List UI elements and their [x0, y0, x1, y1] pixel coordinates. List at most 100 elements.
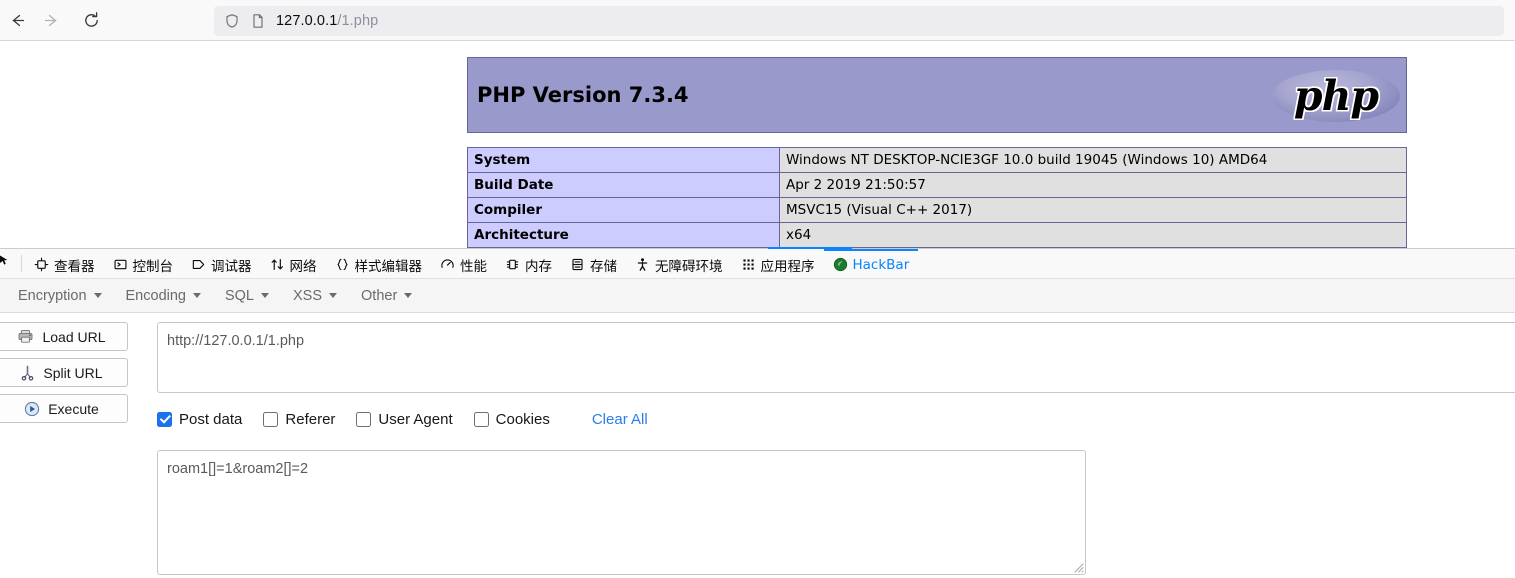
tab-label: 应用程序: [761, 255, 815, 275]
hackbar-menubar: Encryption Encoding SQL XSS Other: [0, 279, 1515, 313]
execute-button[interactable]: Execute: [0, 394, 128, 423]
table-row: System Windows NT DESKTOP-NCIE3GF 10.0 b…: [468, 148, 1407, 173]
post-data-checkbox[interactable]: [157, 412, 172, 427]
toolbar-divider: [21, 255, 22, 272]
button-label: Load URL: [42, 329, 105, 345]
tab-label: 无障碍环境: [655, 255, 723, 275]
inspector-picker-button[interactable]: [0, 249, 18, 278]
tab-memory[interactable]: 内存: [496, 249, 561, 278]
hackbar-action-buttons: Load URL Split URL Execute: [0, 322, 128, 430]
split-url-button[interactable]: Split URL: [0, 358, 128, 387]
chevron-down-icon: [261, 293, 269, 298]
table-row: Compiler MSVC15 (Visual C++ 2017): [468, 198, 1407, 223]
application-icon: [741, 257, 756, 272]
user-agent-checkbox[interactable]: [356, 412, 371, 427]
back-button[interactable]: [2, 5, 32, 35]
debugger-icon: [191, 257, 206, 272]
console-icon: [113, 257, 128, 272]
devtools-panel: 查看器 控制台 调试器 网络 样式编辑器: [0, 248, 1515, 556]
url-host: 127.0.0.1: [276, 13, 337, 29]
play-circle-icon: [24, 401, 40, 417]
tab-accessibility[interactable]: 无障碍环境: [626, 249, 732, 278]
scissors-icon: [20, 365, 35, 381]
devtools-tabbar: 查看器 控制台 调试器 网络 样式编辑器: [0, 249, 1515, 279]
php-version-banner: PHP Version 7.3.4 php: [467, 57, 1407, 133]
table-row: Build Date Apr 2 2019 21:50:57: [468, 173, 1407, 198]
tab-label: 性能: [460, 255, 487, 275]
hackbar-body: Load URL Split URL Execute: [0, 313, 1515, 557]
table-cell-value: Apr 2 2019 21:50:57: [780, 173, 1407, 198]
address-bar[interactable]: 127.0.0.1/1.php: [214, 6, 1504, 36]
tab-label: 调试器: [211, 255, 252, 275]
tab-label: 样式编辑器: [355, 255, 423, 275]
reload-button[interactable]: [76, 5, 106, 35]
table-cell-value: Windows NT DESKTOP-NCIE3GF 10.0 build 19…: [780, 148, 1407, 173]
table-cell-key: Build Date: [468, 173, 780, 198]
chevron-down-icon: [94, 293, 102, 298]
chevron-down-icon: [404, 293, 412, 298]
option-cookies[interactable]: Cookies: [474, 411, 550, 428]
php-logo: php: [1272, 64, 1400, 128]
tab-label: 存储: [590, 255, 617, 275]
tab-console[interactable]: 控制台: [104, 249, 183, 278]
tab-network[interactable]: 网络: [261, 249, 326, 278]
load-url-icon: [17, 329, 34, 344]
option-user-agent[interactable]: User Agent: [356, 411, 452, 428]
menu-encoding[interactable]: Encoding: [114, 279, 213, 312]
document-icon[interactable]: [250, 13, 266, 29]
reload-icon: [82, 11, 101, 30]
table-cell-value: x64: [780, 223, 1407, 248]
option-referer[interactable]: Referer: [263, 411, 335, 428]
button-label: Execute: [48, 401, 99, 417]
menu-label: Encryption: [18, 288, 87, 304]
tab-style-editor[interactable]: 样式编辑器: [326, 249, 432, 278]
inspector-picker-icon: [0, 253, 13, 274]
menu-other[interactable]: Other: [349, 279, 424, 312]
tab-application[interactable]: 应用程序: [732, 249, 824, 278]
post-data-input[interactable]: [157, 450, 1086, 575]
performance-icon: [440, 257, 455, 272]
load-url-button[interactable]: Load URL: [0, 322, 128, 351]
tab-label: 查看器: [54, 255, 95, 275]
tab-performance[interactable]: 性能: [431, 249, 496, 278]
tab-inspector[interactable]: 查看器: [25, 249, 104, 278]
post-data-resize-handle[interactable]: [1073, 560, 1084, 571]
option-post-data[interactable]: Post data: [157, 411, 242, 428]
cookies-checkbox[interactable]: [474, 412, 489, 427]
tab-debugger[interactable]: 调试器: [182, 249, 261, 278]
inspector-icon: [34, 257, 49, 272]
url-path: /1.php: [337, 13, 378, 29]
menu-encryption[interactable]: Encryption: [6, 279, 114, 312]
referer-checkbox[interactable]: [263, 412, 278, 427]
phpinfo-table: System Windows NT DESKTOP-NCIE3GF 10.0 b…: [467, 147, 1407, 248]
browser-toolbar: 127.0.0.1/1.php: [0, 0, 1515, 41]
page-title: PHP Version 7.3.4: [477, 83, 689, 107]
tab-label: HackBar: [853, 257, 910, 273]
menu-sql[interactable]: SQL: [213, 279, 281, 312]
hackbar-panel: Encryption Encoding SQL XSS Other: [0, 279, 1515, 557]
network-icon: [270, 257, 285, 272]
style-editor-icon: [335, 257, 350, 272]
hackbar-options-row: Post data Referer User Agent Cookies Cle…: [157, 408, 648, 430]
arrow-left-icon: [9, 12, 26, 29]
forward-button[interactable]: [36, 5, 66, 35]
url-input[interactable]: [157, 322, 1515, 393]
memory-icon: [505, 257, 520, 272]
option-label: Cookies: [496, 411, 550, 428]
button-label: Split URL: [43, 365, 102, 381]
option-label: User Agent: [378, 411, 452, 428]
tab-hackbar[interactable]: HackBar: [824, 249, 919, 278]
php-logo-text: php: [1272, 64, 1400, 128]
clear-all-link[interactable]: Clear All: [592, 411, 648, 428]
arrow-right-icon: [43, 12, 60, 29]
page-viewport: PHP Version 7.3.4 php System Windows NT …: [0, 41, 1515, 248]
tab-storage[interactable]: 存储: [561, 249, 626, 278]
table-cell-key: Compiler: [468, 198, 780, 223]
phpinfo-container: PHP Version 7.3.4 php System Windows NT …: [467, 57, 1407, 248]
menu-xss[interactable]: XSS: [281, 279, 349, 312]
accessibility-icon: [635, 257, 650, 272]
table-cell-key: System: [468, 148, 780, 173]
table-cell-value: MSVC15 (Visual C++ 2017): [780, 198, 1407, 223]
table-cell-key: Architecture: [468, 223, 780, 248]
shield-icon[interactable]: [224, 13, 240, 29]
